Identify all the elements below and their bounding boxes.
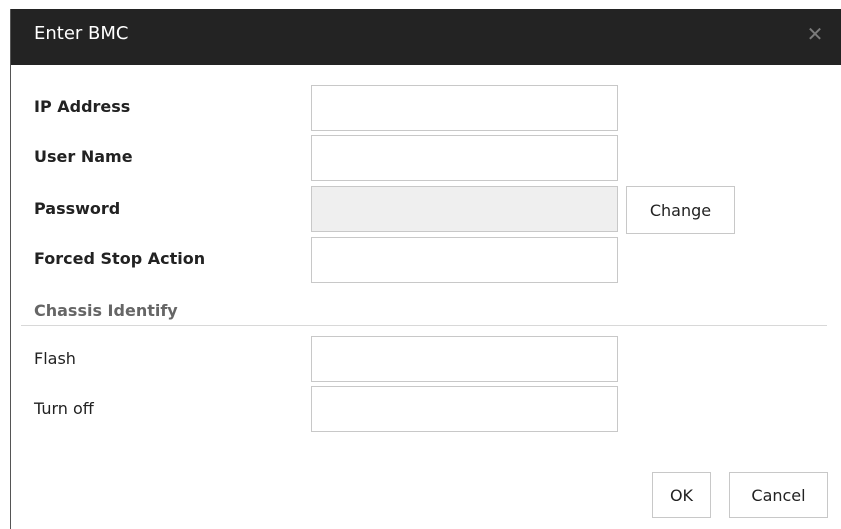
forced-stop-action-label: Forced Stop Action [34, 249, 206, 268]
flash-input[interactable] [311, 336, 618, 382]
user-name-input[interactable] [311, 135, 618, 181]
dialog-titlebar: Enter BMC ✕ [11, 9, 841, 65]
enter-bmc-dialog: Enter BMC ✕ IP Address User Name Passwor… [10, 9, 841, 529]
turn-off-input[interactable] [311, 386, 618, 432]
password-label: Password [34, 199, 121, 218]
cancel-button[interactable]: Cancel [729, 472, 828, 518]
dialog-title: Enter BMC [34, 23, 129, 44]
turn-off-label: Turn off [34, 399, 94, 418]
ok-button[interactable]: OK [652, 472, 711, 518]
chassis-identify-heading: Chassis Identify [34, 301, 178, 320]
forced-stop-action-input[interactable] [311, 237, 618, 283]
section-divider [21, 325, 827, 326]
ip-address-input[interactable] [311, 85, 618, 131]
close-icon[interactable]: ✕ [804, 23, 826, 45]
flash-label: Flash [34, 349, 76, 368]
change-password-button[interactable]: Change [626, 186, 735, 234]
password-input[interactable] [311, 186, 618, 232]
ip-address-label: IP Address [34, 97, 131, 116]
user-name-label: User Name [34, 147, 133, 166]
